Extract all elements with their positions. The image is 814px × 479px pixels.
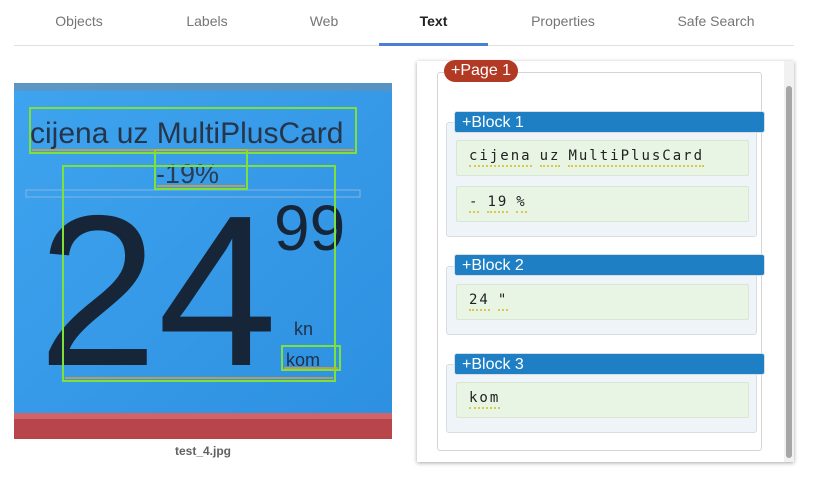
word[interactable]: 24	[469, 291, 490, 311]
word[interactable]: %	[516, 193, 527, 213]
tab-properties-label: Properties	[531, 13, 595, 29]
word[interactable]: MultiPlusCard	[568, 147, 705, 167]
block-2-pill[interactable]: +Block 2	[454, 254, 765, 276]
tab-objects[interactable]: Objects	[14, 0, 144, 45]
block-1: cijena uz MultiPlusCard -19%	[446, 122, 757, 237]
shelf-highlight	[14, 413, 392, 419]
price-sign-photo: cijena uz MultiPlusCard -19% 24 99 kn ko…	[14, 83, 392, 439]
word[interactable]: 19	[487, 193, 509, 213]
block-3-line-1[interactable]: kom	[456, 382, 749, 418]
block-3-pill[interactable]: +Block 3	[454, 353, 765, 375]
tab-web[interactable]: Web	[270, 0, 378, 45]
word[interactable]: "	[497, 291, 509, 311]
page-1-container: cijena uz MultiPlusCard -19% +Block 1 24 " …	[437, 72, 765, 451]
sign-price-main: 24	[38, 170, 277, 411]
tab-labels[interactable]: Labels	[144, 0, 270, 45]
word[interactable]: -	[469, 193, 480, 213]
text-results-panel: cijena uz MultiPlusCard -19% +Block 1 24 " …	[417, 60, 794, 462]
tab-web-label: Web	[309, 13, 339, 29]
tab-safe-search[interactable]: Safe Search	[634, 0, 798, 45]
image-filename: test_4.jpg	[174, 444, 231, 458]
sign-top-edge	[14, 83, 392, 91]
tab-labels-label: Labels	[186, 13, 228, 29]
tab-text-label: Text	[419, 13, 448, 29]
word[interactable]: cijena	[469, 147, 532, 167]
active-tab-indicator	[379, 43, 488, 46]
block-1-line-1[interactable]: cijena uz MultiPlusCard	[456, 140, 749, 176]
sign-top-text: cijena uz MultiPlusCard	[30, 117, 343, 150]
block-1-line-2[interactable]: -19%	[456, 186, 749, 222]
block-1-pill[interactable]: +Block 1	[454, 111, 765, 133]
tab-bar: Objects Labels Web Text Properties Safe …	[14, 0, 794, 46]
word[interactable]: uz	[539, 147, 561, 167]
page-1-pill[interactable]: +Page 1	[444, 60, 519, 82]
block-2-line-1[interactable]: 24 "	[456, 284, 749, 320]
tab-safe-search-label: Safe Search	[677, 13, 755, 29]
tab-text[interactable]: Text	[379, 0, 488, 46]
tab-objects-label: Objects	[55, 13, 103, 29]
scrollbar-thumb[interactable]	[786, 86, 792, 458]
sign-unit: kom	[286, 350, 320, 370]
word[interactable]: kom	[469, 389, 501, 409]
sign-currency: kn	[294, 319, 313, 339]
tab-properties[interactable]: Properties	[498, 0, 628, 45]
scrollbar[interactable]	[784, 61, 794, 462]
analyzed-image: cijena uz MultiPlusCard -19% 24 99 kn ko…	[14, 83, 392, 439]
